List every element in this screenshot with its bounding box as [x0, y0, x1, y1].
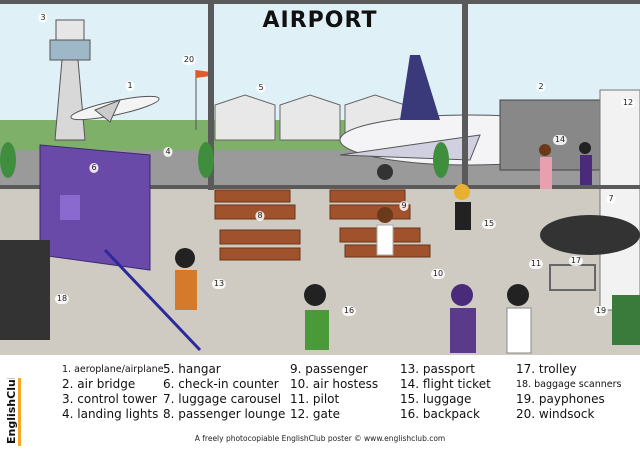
scene-drawing	[0, 0, 640, 355]
legend-item: 19. payphones	[516, 392, 605, 406]
label-trolley: 17	[568, 256, 584, 266]
legend-item: 1. aeroplane/airplane	[62, 364, 164, 375]
payphone	[612, 295, 640, 345]
label-payphones: 19	[593, 306, 609, 316]
legend-item: 16. backpack	[400, 407, 480, 421]
legend-item: 20. windsock	[516, 407, 595, 421]
legend-item: 11. pilot	[290, 392, 340, 406]
legend-item: 14. flight ticket	[400, 377, 491, 391]
label-luggage: 15	[481, 219, 497, 229]
legend-item: 12. gate	[290, 407, 340, 421]
legend-item: 9. passenger	[290, 362, 368, 376]
label-hangar: 5	[256, 83, 266, 93]
label-passenger-lounge: 8	[255, 211, 265, 221]
legend-item: 7. luggage carousel	[163, 392, 282, 406]
label-baggage-scanners: 18	[54, 294, 70, 304]
label-luggage-carousel: 7	[606, 194, 616, 204]
legend-column-1: 1. aeroplane/airplane 2. air bridge 3. c…	[62, 362, 164, 422]
legend-item: 2. air bridge	[62, 377, 136, 391]
legend-item: 5. hangar	[163, 362, 221, 376]
label-windsock: 20	[181, 55, 197, 65]
label-air-bridge: 2	[536, 82, 546, 92]
legend-item: 4. landing lights	[62, 407, 159, 421]
legend-item: 8. passenger lounge	[163, 407, 286, 421]
label-passenger: 9	[399, 201, 409, 211]
legend-column-3: 9. passenger 10. air hostess 11. pilot 1…	[290, 362, 378, 422]
luggage-carousel	[540, 215, 640, 255]
legend-item: 3. control tower	[62, 392, 157, 406]
label-aeroplane: 1	[125, 81, 135, 91]
legend-column-5: 17. trolley 18. baggage scanners 19. pay…	[516, 362, 622, 422]
label-landing-lights: 4	[163, 147, 173, 157]
label-flight-ticket: 14	[552, 135, 568, 145]
label-backpack: 16	[341, 306, 357, 316]
legend-item: 18. baggage scanners	[516, 379, 622, 390]
legend-item: 6. check-in counter	[163, 377, 279, 391]
airport-poster: AIRPORT 1 2 3 4 5 6 7 8 9 10 11 12 13 14…	[0, 0, 640, 453]
legend-item: 15. luggage	[400, 392, 472, 406]
legend-item: 13. passport	[400, 362, 475, 376]
poster-title: AIRPORT	[262, 8, 378, 33]
label-control-tower: 3	[38, 13, 48, 23]
poster-footer: A freely photocopiable EnglishClub poste…	[194, 434, 446, 443]
legend-column-4: 13. passport 14. flight ticket 15. lugga…	[400, 362, 491, 422]
label-gate: 12	[620, 98, 636, 108]
legend-column-2: 5. hangar 6. check-in counter 7. luggage…	[163, 362, 285, 422]
baggage-scanner	[0, 240, 50, 340]
label-pilot: 11	[528, 259, 544, 269]
label-air-hostess: 10	[430, 269, 446, 279]
label-check-in-counter: 6	[89, 163, 99, 173]
legend-item: 10. air hostess	[290, 377, 379, 391]
label-passport: 13	[211, 279, 227, 289]
airport-illustration: AIRPORT 1 2 3 4 5 6 7 8 9 10 11 12 13 14…	[0, 0, 640, 355]
legend-item: 17. trolley	[516, 362, 577, 376]
